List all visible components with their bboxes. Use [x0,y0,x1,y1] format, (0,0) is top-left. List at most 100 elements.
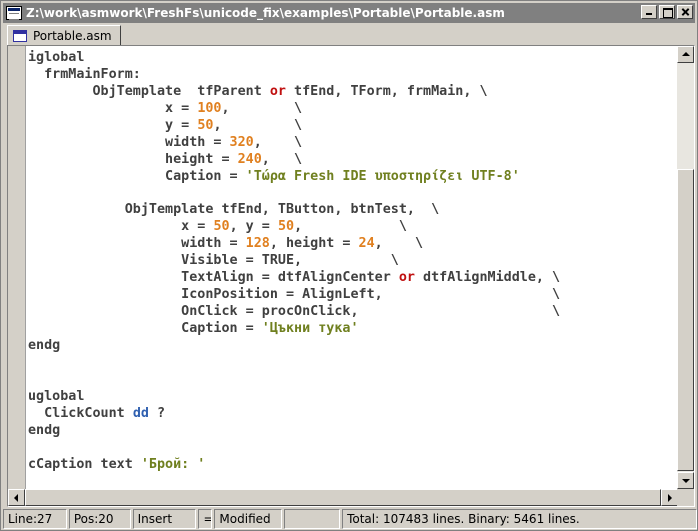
status-bar: Line:27 Pos:20 Insert = Modified Total: … [3,509,697,529]
code-token: or [269,83,286,99]
code-line[interactable]: y = 50, \ [28,118,676,135]
code-token: tfEnd, TForm, frmMain, \ [285,83,488,99]
code-token: , y = [229,219,278,235]
code-token: cCaption text [28,456,141,472]
code-token: TextAlign = dtfAlignCenter [28,270,399,286]
code-line[interactable]: IconPosition = AlignLeft, \ [28,287,676,304]
arrow-down-icon [682,479,690,483]
close-button[interactable] [677,5,693,19]
code-token: 100 [197,100,222,116]
vertical-scrollbar[interactable] [677,46,694,489]
code-line[interactable]: ClickCount dd ? [28,406,676,423]
code-line[interactable]: width = 320, \ [28,135,676,152]
title-bar[interactable]: Z:\work\asmwork\FreshFs\unicode_fix\exam… [3,3,695,23]
code-token: Caption = [28,168,246,184]
code-token: Visible = TRUE, \ [28,253,399,269]
code-token: 24 [358,236,375,252]
window-controls [641,5,693,19]
code-line[interactable]: Caption = 'Τώρα Fresh IDE υποστηρίζει UT… [28,169,676,186]
code-line[interactable]: endg [28,423,676,440]
code-token: 50 [213,219,230,235]
code-token: Caption = [28,321,262,336]
code-token: ClickCount [28,405,133,421]
code-line[interactable]: height = 240, \ [28,152,676,169]
code-line[interactable] [28,440,676,457]
code-line[interactable]: iglobal [28,50,676,67]
editor-window: Z:\work\asmwork\FreshFs\unicode_fix\exam… [0,0,698,531]
scroll-right-button[interactable] [661,489,678,506]
status-eq: = [198,509,213,529]
code-token: dtfAlignMiddle, \ [414,270,561,286]
code-line[interactable]: ObjTemplate tfParent or tfEnd, TForm, fr… [28,84,676,101]
code-line[interactable] [28,372,676,389]
code-line[interactable]: endg [28,338,676,355]
document-window-icon [13,29,27,42]
code-token: , \ [221,100,303,116]
code-line[interactable]: width = 128, height = 24, \ [28,236,676,253]
code-token: 320 [229,134,254,150]
code-editor[interactable]: iglobal frmMainForm: ObjTemplate tfParen… [7,45,695,507]
status-line: Line:27 [3,509,67,529]
horizontal-scroll-thumb[interactable] [25,489,661,506]
code-line[interactable]: x = 50, y = 50, \ [28,219,676,236]
status-pos: Pos:20 [68,509,131,529]
scroll-up-button[interactable] [677,46,694,63]
code-token: 'Брой: ' [140,456,206,472]
code-token: uglobal [28,388,85,404]
scroll-down-button[interactable] [677,472,694,489]
code-line[interactable]: OnClick = procOnClick, \ [28,304,676,321]
code-area[interactable]: iglobal frmMainForm: ObjTemplate tfParen… [28,50,676,488]
code-token: ObjTemplate tfParent [28,83,270,99]
code-token: iglobal [28,50,85,65]
code-token: , \ [213,117,303,133]
code-token: , \ [261,151,303,167]
code-line[interactable]: frmMainForm: [28,67,676,84]
code-token: 50 [277,219,295,235]
status-total: Total: 107483 lines. Binary: 5461 lines. [342,509,697,529]
code-line[interactable]: ObjTemplate tfEnd, TButton, btnTest, \ [28,202,676,219]
code-token: 'Цъкни тука' [261,321,359,336]
code-token: , height = [269,236,359,252]
code-token: x = [28,219,214,235]
maximize-button[interactable] [659,5,675,19]
code-token: , \ [294,219,407,235]
code-token: width = [28,236,246,252]
horizontal-scrollbar[interactable] [8,489,678,506]
code-token: OnClick = procOnClick, \ [28,304,561,320]
minimize-button[interactable] [641,5,657,19]
status-mode: Insert [132,509,197,529]
arrow-up-icon [682,52,690,56]
code-line[interactable]: Caption = 'Цъкни тука' [28,321,676,338]
code-token: endg [28,422,61,438]
code-token: or [398,270,415,286]
app-icon[interactable] [6,6,22,20]
tab-label: Portable.asm [33,28,112,43]
code-token: 'Τώρα Fresh IDE υποστηρίζει UTF-8' [245,168,520,184]
code-token: x = [28,100,198,116]
tab-portable-asm[interactable]: Portable.asm [7,25,121,46]
arrow-left-icon [14,494,18,502]
code-line[interactable]: cCaption text 'Брой: ' [28,457,676,474]
arrow-right-icon [668,494,672,502]
code-token: ? [148,405,166,421]
code-token: IconPosition = AlignLeft, \ [28,287,561,303]
code-line[interactable]: Visible = TRUE, \ [28,253,676,270]
code-token: , \ [253,134,303,150]
code-line[interactable]: TextAlign = dtfAlignCenter or dtfAlignMi… [28,270,676,287]
editor-gutter[interactable] [8,46,26,489]
code-line[interactable]: uglobal [28,389,676,406]
code-token: 50 [197,117,214,133]
vertical-scroll-thumb[interactable] [677,169,694,471]
status-empty [284,509,341,529]
code-token: height = [28,151,238,167]
code-line[interactable]: x = 100, \ [28,101,676,118]
code-token: , \ [374,236,424,252]
code-line[interactable] [28,355,676,372]
tab-strip: Portable.asm [3,24,695,46]
code-token: width = [28,134,230,150]
code-token: 128 [245,236,270,252]
scroll-left-button[interactable] [8,489,25,506]
code-line[interactable] [28,186,676,203]
code-token: frmMainForm: [28,66,141,82]
window-title: Z:\work\asmwork\FreshFs\unicode_fix\exam… [26,6,505,20]
